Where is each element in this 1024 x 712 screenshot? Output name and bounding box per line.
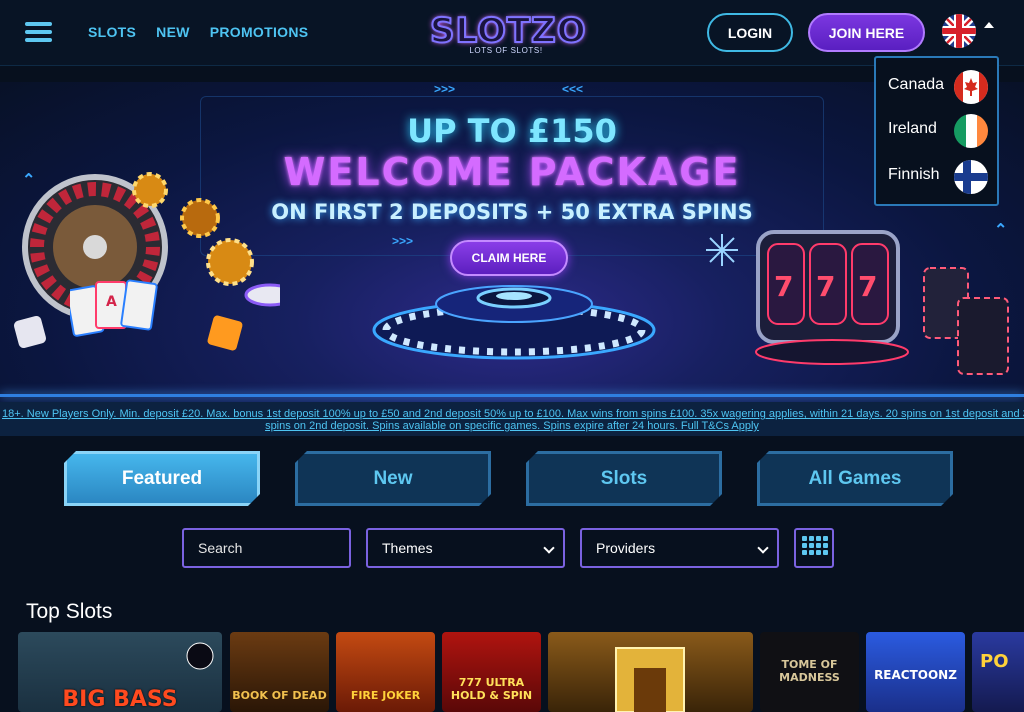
chevron-down-icon — [757, 542, 769, 554]
providers-select[interactable]: Providers — [580, 528, 779, 568]
casino-chips-icon — [132, 172, 280, 351]
tab-label: Featured — [121, 467, 203, 489]
grid-view-button[interactable] — [794, 528, 834, 568]
game-title: REACTOONZ — [874, 668, 957, 682]
disclaimer-line-1[interactable]: 18+. New Players Only. Min. deposit £20.… — [2, 408, 1024, 420]
nav-promotions[interactable]: PROMOTIONS — [210, 24, 309, 40]
site-header: SLOTS NEW PROMOTIONS SLOTZO LOTS OF SLOT… — [0, 0, 1024, 66]
tab-featured[interactable]: Featured — [64, 451, 260, 506]
language-dropdown: Canada Ireland Finnish — [874, 56, 999, 206]
section-title: Top Slots — [26, 600, 113, 623]
chevron-down-icon — [543, 542, 555, 554]
game-tile-reactoonz[interactable]: REACTOONZ — [866, 632, 965, 712]
dice-icon — [13, 315, 47, 349]
banner-divider — [0, 394, 1024, 397]
sparkle-icon — [706, 234, 738, 266]
game-tile-partial[interactable]: PO — [972, 632, 1024, 712]
grid-icon — [802, 536, 828, 555]
language-option-ireland[interactable]: Ireland — [876, 108, 997, 152]
ireland-flag-icon — [954, 114, 988, 148]
language-label: Finnish — [888, 166, 940, 183]
chevron-right-icon: >>> — [392, 234, 414, 248]
nav-slots[interactable]: SLOTS — [88, 24, 136, 40]
chevron-left-icon: <<< — [562, 82, 584, 96]
banner-subheadline: WELCOME PACKAGE — [283, 150, 741, 194]
svg-text:7: 7 — [816, 270, 835, 303]
svg-text:A: A — [106, 294, 117, 310]
search-input[interactable] — [198, 540, 335, 556]
canada-flag-icon — [954, 70, 988, 104]
site-logo[interactable]: SLOTZO LOTS OF SLOTS! — [429, 11, 587, 55]
themes-select[interactable]: Themes — [366, 528, 565, 568]
promo-banner: >>> <<< >>> ⌃ ⌃ A UP TO £150 WELCOME PAC… — [0, 82, 1024, 402]
claim-button[interactable]: CLAIM HERE — [450, 240, 568, 276]
tab-label: All Games — [808, 467, 902, 489]
nav-new[interactable]: NEW — [156, 24, 190, 40]
finland-flag-icon — [954, 160, 988, 194]
game-title: FIRE JOKER — [350, 689, 421, 702]
game-title: BIG BASS — [62, 687, 178, 712]
game-title: TOME OF MADNESS — [779, 658, 840, 684]
game-tile-tome-of-madness[interactable]: TOME OF MADNESS — [760, 632, 859, 712]
banner-headline: UP TO £150 — [407, 112, 617, 150]
slot-machine-icon: 7 7 7 — [755, 230, 909, 365]
tab-label: New — [373, 467, 413, 489]
login-button[interactable]: LOGIN — [707, 13, 793, 52]
language-option-finnish[interactable]: Finnish — [876, 154, 997, 198]
tab-all-games[interactable]: All Games — [757, 451, 953, 506]
logo-text: SLOTZO — [429, 11, 587, 51]
language-option-canada[interactable]: Canada — [876, 64, 997, 108]
language-label: Ireland — [888, 120, 937, 137]
game-tile-book-of-dead[interactable]: BOOK OF DEAD — [230, 632, 329, 712]
join-button[interactable]: JOIN HERE — [808, 13, 925, 52]
terms-disclaimer[interactable]: 18+. New Players Only. Min. deposit £20.… — [0, 402, 1024, 436]
disclaimer-line-2[interactable]: spins on 2nd deposit. Spins available on… — [2, 420, 1022, 432]
tab-label: Slots — [600, 467, 648, 489]
menu-icon[interactable] — [25, 22, 52, 42]
svg-text:7: 7 — [858, 270, 877, 303]
themes-label: Themes — [382, 540, 433, 556]
tab-slots[interactable]: Slots — [526, 451, 722, 506]
chip-stack-icon — [923, 267, 1009, 375]
game-tile-fire-joker[interactable]: FIRE JOKER — [336, 632, 435, 712]
language-label: Canada — [888, 76, 945, 93]
tab-new[interactable]: New — [295, 451, 491, 506]
game-title: 777 ULTRA HOLD & SPIN — [450, 676, 533, 702]
game-tile-big-bass[interactable]: BIG BASS — [18, 632, 222, 712]
podium-icon — [372, 285, 656, 360]
svg-text:7: 7 — [774, 270, 793, 303]
game-title: PO — [980, 651, 1009, 672]
uk-flag-icon[interactable] — [942, 14, 976, 48]
temple-icon — [615, 647, 685, 712]
main-nav: SLOTS NEW PROMOTIONS — [88, 24, 308, 40]
game-tile-egyptian[interactable] — [548, 632, 753, 712]
caret-up-icon[interactable] — [984, 22, 994, 28]
game-title: BOOK OF DEAD — [232, 689, 327, 702]
providers-label: Providers — [596, 540, 656, 556]
game-tile-777-ultra[interactable]: 777 ULTRA HOLD & SPIN — [442, 632, 541, 712]
chevron-right-icon: >>> — [434, 82, 456, 96]
drops-wins-badge-icon — [186, 642, 214, 670]
search-field[interactable] — [182, 528, 351, 568]
